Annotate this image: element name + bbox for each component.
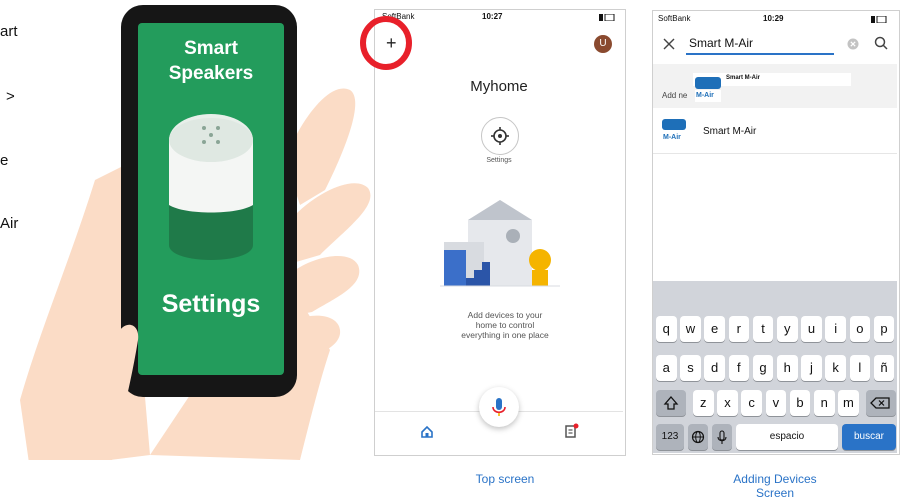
globe-key[interactable] [688, 424, 708, 450]
m-air-logo-result-text: M-Air [663, 134, 681, 141]
key-i[interactable]: i [825, 316, 846, 342]
key-d[interactable]: d [704, 355, 725, 381]
suggestion-brand: Smart M-Air [726, 75, 761, 81]
key-ñ[interactable]: ñ [873, 355, 895, 381]
shift-key[interactable] [656, 390, 686, 416]
hero-phone-title: Smart Speakers [138, 38, 284, 98]
suggestion-prefix: Add ne [662, 91, 688, 100]
key-l[interactable]: l [849, 355, 871, 381]
search-input[interactable]: Smart M-Air [689, 36, 753, 50]
avatar[interactable]: U [594, 35, 612, 53]
status-time: 10:27 [482, 12, 503, 21]
key-m[interactable]: m [838, 390, 859, 416]
key-v[interactable]: v [765, 390, 787, 416]
key-u[interactable]: u [801, 316, 822, 342]
key-t[interactable]: t [752, 316, 774, 342]
key-b[interactable]: b [789, 390, 811, 416]
result-divider [653, 153, 897, 154]
caption-add-line-1: Adding Devices [733, 472, 817, 486]
key-r[interactable]: r [728, 316, 750, 342]
mic-icon [492, 398, 506, 416]
search-key[interactable]: buscar [842, 424, 896, 450]
shift-icon [663, 396, 679, 410]
empty-text-line-2: home to control [475, 320, 535, 330]
status-carrier-b: SoftBank [658, 14, 691, 23]
key-c[interactable]: c [741, 390, 762, 416]
backspace-icon [870, 397, 890, 409]
settings-label: Settings [486, 157, 512, 164]
caption-add-line-2: Screen [755, 486, 795, 500]
empty-text-line-1: Add devices to your [467, 310, 543, 320]
key-a[interactable]: a [656, 355, 677, 381]
key-p[interactable]: p [873, 316, 895, 342]
settings-button[interactable] [481, 117, 519, 155]
suggestion-row[interactable] [653, 64, 897, 108]
space-key[interactable]: espacio [736, 424, 838, 450]
battery-icon-b [871, 16, 887, 23]
key-z[interactable]: z [693, 390, 714, 416]
numbers-key[interactable]: 123 [656, 424, 684, 450]
result-item-label[interactable]: Smart M-Air [703, 126, 756, 137]
home-tab-icon[interactable] [420, 425, 434, 439]
hero-title-line-1: Smart [184, 38, 238, 59]
key-x[interactable]: x [717, 390, 738, 416]
close-icon[interactable] [663, 38, 675, 50]
key-y[interactable]: y [777, 316, 798, 342]
key-o[interactable]: o [849, 316, 871, 342]
search-icon[interactable] [874, 36, 888, 50]
key-w[interactable]: w [680, 316, 701, 342]
key-k[interactable]: k [825, 355, 846, 381]
caption-add-devices: Adding Devices Screen [700, 472, 850, 500]
hero-title-line-2: Speakers [168, 63, 254, 84]
home-title: Myhome [470, 78, 528, 95]
key-s[interactable]: s [680, 355, 701, 381]
clear-icon[interactable] [847, 38, 859, 50]
hero-settings-label: Settings [161, 290, 261, 318]
mic-button[interactable] [479, 387, 519, 427]
key-g[interactable]: g [752, 355, 774, 381]
key-h[interactable]: h [777, 355, 798, 381]
key-e[interactable]: e [704, 316, 725, 342]
status-time-b: 10:29 [763, 14, 784, 23]
feed-tab-icon[interactable] [563, 423, 579, 439]
backspace-key[interactable] [866, 390, 896, 416]
caption-top-screen: Top screen [475, 472, 535, 486]
gear-icon [491, 127, 509, 145]
key-j[interactable]: j [801, 355, 822, 381]
key-q[interactable]: q [656, 316, 677, 342]
battery-icon [599, 14, 615, 21]
mic-icon-keyboard [717, 430, 727, 444]
m-air-logo-text: M-Air [696, 92, 714, 99]
globe-icon [691, 430, 705, 444]
hero-settings-label-box: Settings [138, 290, 284, 324]
key-n[interactable]: n [814, 390, 835, 416]
highlight-circle [360, 16, 412, 70]
house-illustration [440, 200, 560, 287]
search-underline [686, 53, 834, 55]
empty-text-line-3: everything in one place [461, 330, 549, 340]
key-f[interactable]: f [728, 355, 750, 381]
dictation-key[interactable] [712, 424, 732, 450]
empty-state-text: Add devices to your home to control ever… [430, 310, 580, 340]
